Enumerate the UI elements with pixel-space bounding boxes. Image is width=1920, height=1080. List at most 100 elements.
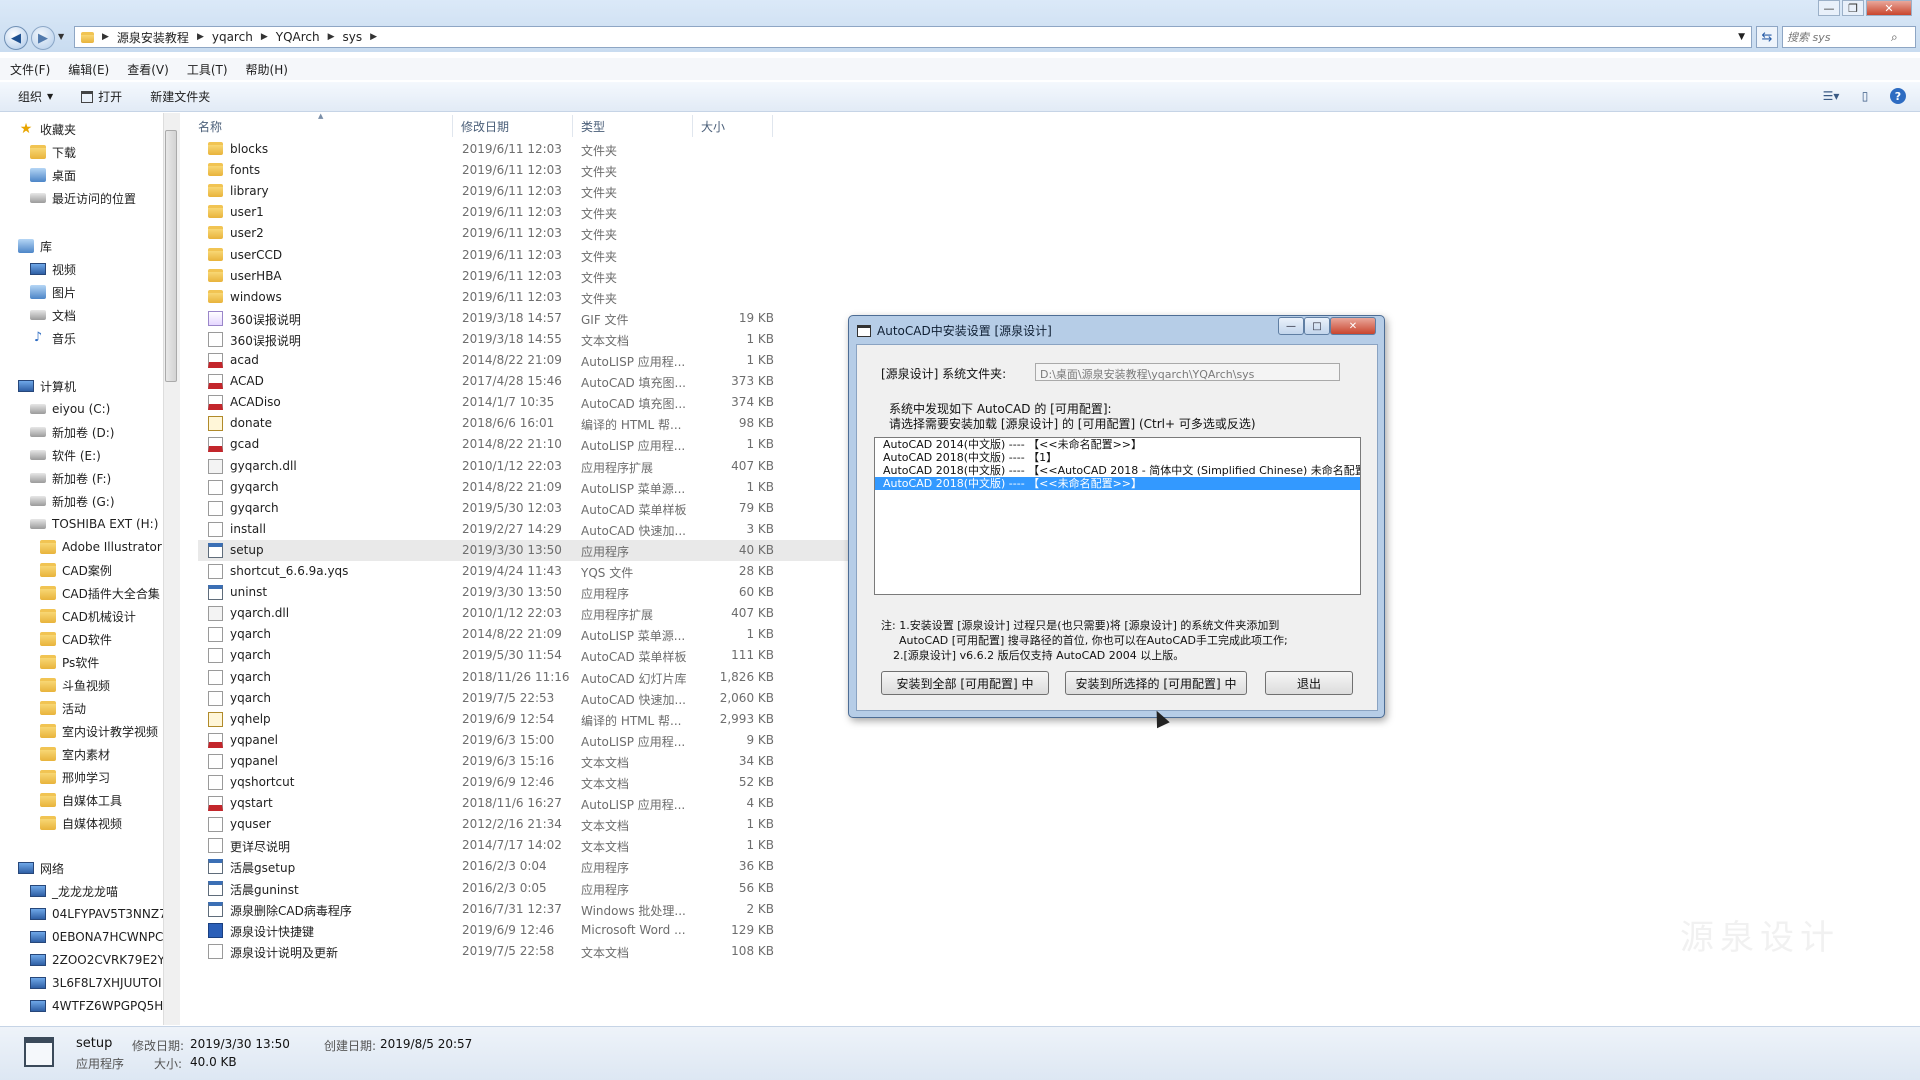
install-selected-button[interactable]: 安装到所选择的 [可用配置] 中 (1065, 671, 1247, 695)
nav-folder[interactable]: 自媒体视频 (40, 813, 122, 833)
nav-item-pictures[interactable]: 图片 (30, 282, 76, 302)
file-row[interactable]: ACADiso 2014/1/7 10:35 AutoCAD 填充图... 374 K… (198, 392, 958, 413)
nav-scrollbar-thumb[interactable] (165, 130, 177, 382)
breadcrumb-separator-icon[interactable]: ▶ (261, 32, 268, 42)
file-row[interactable]: 360误报说明 2019/3/18 14:55 文本文档 1 KB (198, 329, 958, 350)
back-button[interactable]: ◀ (4, 26, 28, 50)
nav-network-pc[interactable]: 4WTFZ6WPGPQ5H (30, 996, 163, 1016)
nav-folder[interactable]: Ps软件 (40, 652, 99, 672)
nav-folder[interactable]: 邢帅学习 (40, 767, 110, 787)
menu-file[interactable]: 文件(F) (10, 61, 50, 78)
exit-button[interactable]: 退出 (1265, 671, 1353, 695)
file-row[interactable]: user1 2019/6/11 12:03 文件夹 (198, 202, 958, 223)
breadcrumb-separator-icon[interactable]: ▶ (102, 32, 109, 42)
file-row[interactable]: user2 2019/6/11 12:03 文件夹 (198, 223, 958, 244)
breadcrumb-item[interactable]: yqarch (212, 30, 253, 44)
install-all-button[interactable]: 安装到全部 [可用配置] 中 (881, 671, 1049, 695)
nav-drive[interactable]: 新加卷 (D:) (30, 422, 114, 442)
nav-item-desktop[interactable]: 桌面 (30, 165, 76, 185)
file-row[interactable]: gyqarch 2014/8/22 21:09 AutoLISP 菜单源... 1 K… (198, 477, 958, 498)
config-item[interactable]: AutoCAD 2018(中文版) ---- 【1】 (875, 451, 1360, 464)
address-dropdown-icon[interactable]: ▼ (1738, 32, 1745, 42)
forward-button[interactable]: ▶ (31, 26, 55, 50)
nav-item-music[interactable]: ♪ 音乐 (30, 328, 76, 348)
nav-folder[interactable]: 斗鱼视频 (40, 675, 110, 695)
breadcrumb-item[interactable]: sys (343, 30, 363, 44)
column-header-name[interactable]: 名称 ▲ (190, 112, 453, 137)
menu-view[interactable]: 查看(V) (127, 61, 169, 78)
menu-help[interactable]: 帮助(H) (246, 61, 288, 78)
column-header-size[interactable]: 大小 (693, 115, 773, 137)
dialog-minimize-icon[interactable]: — (1278, 317, 1304, 335)
nav-folder[interactable]: 室内素材 (40, 744, 110, 764)
config-item[interactable]: AutoCAD 2014(中文版) ---- 【<<未命名配置>>】 (875, 438, 1360, 451)
breadcrumb-item[interactable]: YQArch (276, 30, 320, 44)
file-row[interactable]: setup 2019/3/30 13:50 应用程序 40 KB (198, 539, 958, 561)
breadcrumb-item[interactable]: 源泉安装教程 (117, 29, 189, 46)
file-row[interactable]: 活晨guninst 2016/2/3 0:05 应用程序 56 KB (198, 878, 958, 899)
file-row[interactable]: 更详尽说明 2014/7/17 14:02 文本文档 1 KB (198, 835, 958, 856)
search-icon[interactable]: ⌕ (1891, 30, 1898, 45)
nav-folder[interactable]: 活动 (40, 698, 86, 718)
nav-folder[interactable]: CAD软件 (40, 629, 112, 649)
nav-folder[interactable]: 室内设计教学视频 (40, 721, 158, 741)
menu-edit[interactable]: 编辑(E) (68, 61, 109, 78)
file-row[interactable]: yqarch.dll 2010/1/12 22:03 应用程序扩展 407 KB (198, 603, 958, 624)
dialog-titlebar[interactable]: AutoCAD中安装设置 [源泉设计] (857, 322, 1052, 339)
nav-libraries[interactable]: 库 (18, 236, 52, 256)
system-folder-field[interactable]: D:\桌面\源泉安装教程\yqarch\YQArch\sys (1035, 363, 1340, 381)
nav-drive[interactable]: 软件 (E:) (30, 445, 101, 465)
file-row[interactable]: yquser 2012/2/16 21:34 文本文档 1 KB (198, 814, 958, 835)
close-icon[interactable]: ✕ (1866, 0, 1912, 16)
file-row[interactable]: yqarch 2014/8/22 21:09 AutoLISP 菜单源... 1 KB (198, 624, 958, 645)
file-row[interactable]: yqstart 2018/11/6 16:27 AutoLISP 应用程... 4 K… (198, 793, 958, 814)
preview-pane-icon[interactable]: ▯ (1856, 88, 1874, 104)
nav-folder[interactable]: CAD插件大全合集 (40, 583, 160, 603)
breadcrumb[interactable]: ▶ 源泉安装教程 ▶ yqarch ▶ YQArch ▶ sys ▶ ▼ (74, 26, 1752, 48)
open-button[interactable]: 打开 (81, 88, 122, 105)
new-folder-button[interactable]: 新建文件夹 (150, 88, 210, 105)
dialog-maximize-icon[interactable]: □ (1304, 317, 1330, 335)
file-row[interactable]: ACAD 2017/4/28 15:46 AutoCAD 填充图... 373 KB (198, 371, 958, 392)
nav-drive[interactable]: 新加卷 (F:) (30, 468, 111, 488)
file-row[interactable]: install 2019/2/27 14:29 AutoCAD 快速加... 3 KB (198, 519, 958, 540)
view-options-icon[interactable]: ☰▾ (1822, 88, 1840, 104)
file-row[interactable]: windows 2019/6/11 12:03 文件夹 (198, 287, 958, 308)
file-row[interactable]: shortcut_6.6.9a.yqs 2019/4/24 11:43 YQS 文件… (198, 561, 958, 582)
file-row[interactable]: yqshortcut 2019/6/9 12:46 文本文档 52 KB (198, 772, 958, 793)
config-listbox[interactable]: AutoCAD 2014(中文版) ---- 【<<未命名配置>>】 AutoC… (874, 437, 1361, 595)
nav-network-pc[interactable]: 2ZOO2CVRK79E2YI (30, 950, 168, 970)
menu-tools[interactable]: 工具(T) (187, 61, 228, 78)
nav-computer[interactable]: 计算机 (18, 376, 76, 396)
restore-icon[interactable]: ❐ (1842, 0, 1864, 16)
file-row[interactable]: userCCD 2019/6/11 12:03 文件夹 (198, 245, 958, 266)
nav-network-pc[interactable]: 0EBONA7HCWNPC (30, 927, 163, 947)
file-row[interactable]: yqhelp 2019/6/9 12:54 编译的 HTML 帮... 2,993 K… (198, 709, 958, 730)
nav-network-pc[interactable]: 04LFYPAV5T3NNZ7 (30, 904, 167, 924)
nav-favorites[interactable]: ★ 收藏夹 (18, 119, 76, 139)
file-row[interactable]: donate 2018/6/6 16:01 编译的 HTML 帮... 98 KB (198, 413, 958, 434)
file-row[interactable]: gyqarch.dll 2010/1/12 22:03 应用程序扩展 407 KB (198, 456, 958, 477)
file-row[interactable]: acad 2014/8/22 21:09 AutoLISP 应用程... 1 KB (198, 350, 958, 371)
nav-drive[interactable]: 新加卷 (G:) (30, 491, 115, 511)
file-row[interactable]: fonts 2019/6/11 12:03 文件夹 (198, 160, 958, 181)
nav-network-pc[interactable]: _龙龙龙龙喵 (30, 881, 118, 901)
file-row[interactable]: 源泉删除CAD病毒程序 2016/7/31 12:37 Windows 批处理...… (198, 899, 958, 920)
file-row[interactable]: gcad 2014/8/22 21:10 AutoLISP 应用程... 1 KB (198, 434, 958, 455)
column-header-date[interactable]: 修改日期 (453, 115, 573, 137)
search-input[interactable] (1787, 30, 1891, 44)
breadcrumb-separator-icon[interactable]: ▶ (197, 32, 204, 42)
nav-drive[interactable]: TOSHIBA EXT (H:) (30, 514, 158, 534)
file-row[interactable]: blocks 2019/6/11 12:03 文件夹 (198, 139, 958, 160)
column-header-type[interactable]: 类型 (573, 115, 693, 137)
organize-button[interactable]: 组织 ▼ (18, 88, 53, 105)
nav-drive[interactable]: eiyou (C:) (30, 399, 110, 419)
file-row[interactable]: gyqarch 2019/5/30 12:03 AutoCAD 菜单样板 79 KB (198, 498, 958, 519)
nav-item-documents[interactable]: 文档 (30, 305, 76, 325)
file-row[interactable]: yqarch 2019/5/30 11:54 AutoCAD 菜单样板 111 KB (198, 645, 958, 666)
file-row[interactable]: yqpanel 2019/6/3 15:16 文本文档 34 KB (198, 751, 958, 772)
dialog-close-icon[interactable]: ✕ (1330, 317, 1376, 335)
minimize-icon[interactable]: — (1818, 0, 1840, 16)
history-dropdown-icon[interactable]: ▼ (58, 32, 64, 41)
nav-folder[interactable]: CAD案例 (40, 560, 112, 580)
